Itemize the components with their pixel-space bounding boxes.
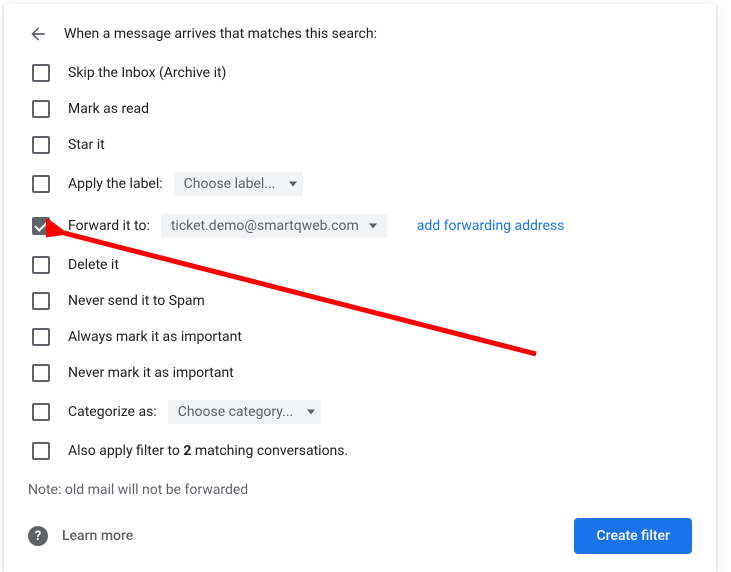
label-always-important: Always mark it as important: [68, 329, 242, 345]
option-apply-label: Apply the label: Choose label...: [32, 172, 692, 196]
checkbox-apply-label[interactable]: [32, 175, 50, 193]
option-never-important: Never mark it as important: [32, 364, 692, 382]
create-filter-button[interactable]: Create filter: [574, 518, 692, 554]
dropdown-forward-address[interactable]: ticket.demo@smartqweb.com: [161, 214, 387, 238]
link-add-forwarding[interactable]: add forwarding address: [417, 218, 565, 234]
label-apply-label: Apply the label:: [68, 176, 163, 192]
option-categorize: Categorize as: Choose category...: [32, 400, 692, 424]
label-star: Star it: [68, 137, 105, 153]
dialog-title: When a message arrives that matches this…: [64, 26, 377, 42]
option-mark-read: Mark as read: [32, 100, 692, 118]
filter-dialog: When a message arrives that matches this…: [4, 4, 716, 572]
label-never-important: Never mark it as important: [68, 365, 234, 381]
checkbox-delete[interactable]: [32, 256, 50, 274]
label-forward: Forward it to:: [68, 218, 150, 234]
dropdown-choose-category[interactable]: Choose category...: [168, 400, 322, 424]
checkbox-forward[interactable]: [32, 217, 50, 235]
checkbox-also-apply[interactable]: [32, 442, 50, 460]
option-forward: Forward it to: ticket.demo@smartqweb.com…: [32, 214, 692, 238]
dialog-footer: ? Learn more Create filter: [28, 518, 692, 554]
label-categorize: Categorize as:: [68, 404, 157, 420]
checkbox-never-important[interactable]: [32, 364, 50, 382]
dropdown-choose-label[interactable]: Choose label...: [174, 172, 304, 196]
help-icon[interactable]: ?: [28, 526, 48, 546]
option-never-spam: Never send it to Spam: [32, 292, 692, 310]
option-also-apply: Also apply filter to 2 matching conversa…: [32, 442, 692, 460]
option-always-important: Always mark it as important: [32, 328, 692, 346]
checkbox-star[interactable]: [32, 136, 50, 154]
learn-more-section: ? Learn more: [28, 526, 133, 546]
label-skip-inbox: Skip the Inbox (Archive it): [68, 65, 226, 81]
label-mark-read: Mark as read: [68, 101, 149, 117]
option-star: Star it: [32, 136, 692, 154]
checkbox-never-spam[interactable]: [32, 292, 50, 310]
checkbox-always-important[interactable]: [32, 328, 50, 346]
label-delete: Delete it: [68, 257, 119, 273]
note-text: Note: old mail will not be forwarded: [28, 482, 692, 498]
option-skip-inbox: Skip the Inbox (Archive it): [32, 64, 692, 82]
dialog-header: When a message arrives that matches this…: [28, 24, 692, 44]
filter-options: Skip the Inbox (Archive it) Mark as read…: [32, 64, 692, 460]
checkbox-skip-inbox[interactable]: [32, 64, 50, 82]
option-delete: Delete it: [32, 256, 692, 274]
label-never-spam: Never send it to Spam: [68, 293, 205, 309]
checkbox-mark-read[interactable]: [32, 100, 50, 118]
label-also-apply: Also apply filter to 2 matching conversa…: [68, 443, 348, 459]
back-arrow-icon[interactable]: [28, 24, 48, 44]
learn-more-link[interactable]: Learn more: [62, 528, 133, 544]
checkbox-categorize[interactable]: [32, 403, 50, 421]
